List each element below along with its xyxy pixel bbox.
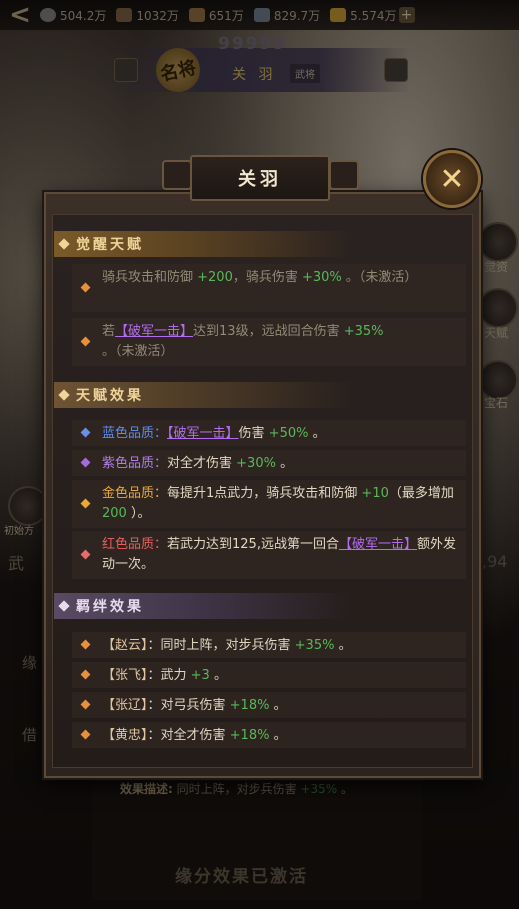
bond-row: 【黄忠】：对全才伤害 +18% 。	[72, 722, 466, 748]
modal-title: 关羽	[190, 155, 330, 201]
awaken-row-1: 骑兵攻击和防御 +200，骑兵伤害 +30% 。（未激活）	[72, 264, 466, 312]
title-ornament-right	[329, 160, 359, 190]
title-ornament-left	[162, 160, 192, 190]
bullet-diamond-icon	[80, 699, 91, 710]
bullet-diamond-icon	[80, 639, 91, 650]
skill-link-pojun[interactable]: 【破军一击】	[167, 426, 239, 441]
close-icon: ✕	[439, 161, 465, 197]
section-header-bond: 羁绊效果	[54, 593, 354, 619]
talent-row-purple: 紫色品质：对全才伤害 +30% 。	[72, 450, 466, 476]
bond-row: 【张辽】：对弓兵伤害 +18% 。	[72, 692, 466, 718]
skill-link-pojun[interactable]: 【破军一击】	[339, 537, 417, 552]
bullet-diamond-icon	[80, 669, 91, 680]
section-header-talent: 天赋效果	[54, 382, 354, 408]
talent-row-blue: 蓝色品质：【破军一击】伤害 +50% 。	[72, 420, 466, 446]
bullet-diamond-icon	[80, 498, 91, 509]
bond-row: 【赵云】：同时上阵，对步兵伤害 +35% 。	[72, 632, 466, 658]
section-header-awaken: 觉醒天赋	[54, 231, 354, 257]
bullet-diamond-icon	[80, 549, 91, 560]
skill-link-pojun[interactable]: 【破军一击】	[115, 324, 193, 339]
bullet-diamond-icon	[80, 336, 91, 347]
bullet-diamond-icon	[80, 282, 91, 293]
bullet-diamond-icon	[80, 457, 91, 468]
close-button[interactable]: ✕	[423, 150, 481, 208]
talent-row-red: 红色品质：若武力达到125,远战第一回合【破军一击】额外发动一次。	[72, 531, 466, 579]
talent-row-gold: 金色品质：每提升1点武力，骑兵攻击和防御 +10（最多增加 200 ）。	[72, 480, 466, 528]
bullet-diamond-icon	[80, 427, 91, 438]
bond-row: 【张飞】：武力 +3 。	[72, 662, 466, 688]
awaken-row-2: 若【破军一击】达到13级，远战回合伤害 +35% 。（未激活）	[72, 318, 466, 366]
bullet-diamond-icon	[80, 729, 91, 740]
